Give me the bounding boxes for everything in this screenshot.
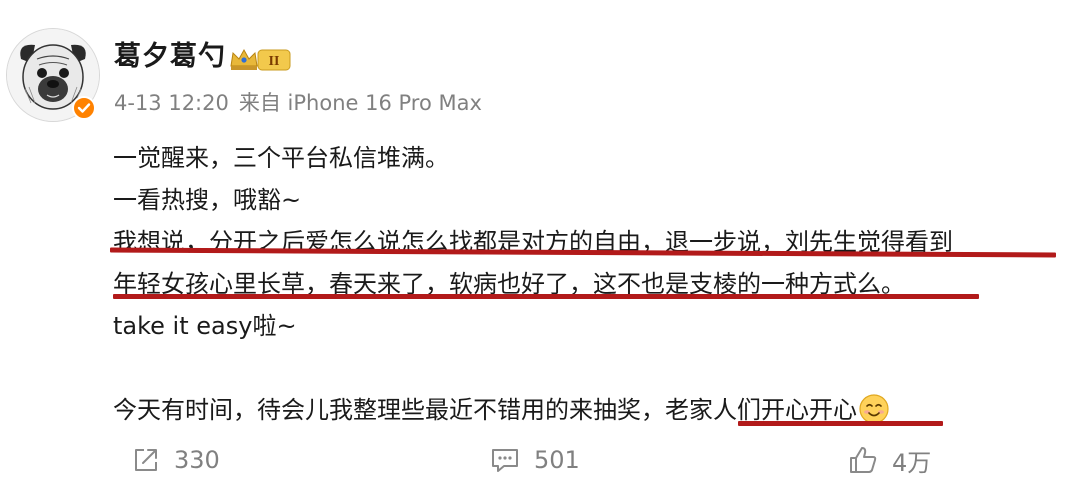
post-date[interactable]: 4-13 12:20	[114, 91, 229, 115]
comment-button[interactable]: 501	[490, 442, 580, 478]
repost-icon	[135, 449, 157, 471]
post-source: 来自 iPhone 16 Pro Max	[238, 91, 482, 115]
post-meta: 4-13 12:20 来自 iPhone 16 Pro Max	[114, 88, 482, 118]
red-underline-annotation	[738, 421, 943, 426]
repost-count: 330	[174, 446, 220, 474]
username[interactable]: 葛夕葛勺	[114, 40, 226, 74]
post-line: 一觉醒来，三个平台私信堆满。	[113, 144, 449, 172]
badge-level-text: II	[269, 54, 280, 69]
post-line: 一看热搜，哦豁~	[113, 186, 302, 214]
red-underline-annotation	[113, 294, 979, 299]
comment-count: 501	[534, 446, 580, 474]
vip-level-badge-icon[interactable]: II	[228, 44, 292, 74]
post-line: take it easy啦~	[113, 312, 297, 340]
verified-badge-icon	[72, 96, 96, 120]
like-count: 4万	[892, 448, 932, 477]
comment-icon	[492, 449, 518, 472]
post-last-line-text: 今天有时间，待会儿我整理些最近不错用的来抽奖，老家人们开心开心	[113, 396, 857, 424]
post-text: 一觉醒来，三个平台私信堆满。 一看热搜，哦豁~ 我想说，分开之后爱怎么说怎么找都…	[113, 137, 1073, 431]
repost-button[interactable]: 330	[132, 442, 220, 478]
thumbs-up-icon	[850, 447, 877, 473]
like-button[interactable]: 4万	[848, 442, 931, 478]
